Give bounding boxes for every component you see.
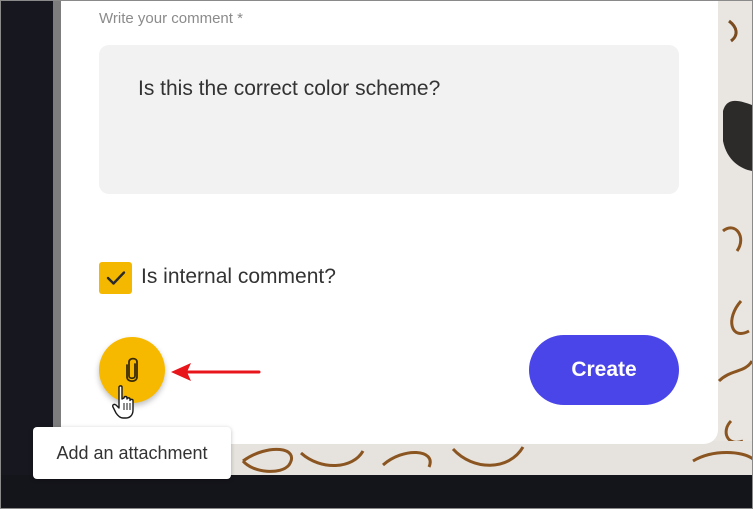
app-backdrop	[1, 1, 53, 475]
internal-comment-label[interactable]: Is internal comment?	[141, 265, 336, 289]
comment-textarea[interactable]: Is this the correct color scheme?	[99, 45, 679, 194]
bottom-bar	[1, 475, 752, 508]
backdrop-edge	[53, 1, 61, 475]
attachment-tooltip: Add an attachment	[33, 427, 231, 479]
hand-cursor-icon	[112, 385, 134, 419]
paperclip-icon	[126, 357, 138, 383]
checkmark-icon	[106, 271, 125, 285]
annotation-arrow-icon	[171, 363, 261, 381]
comment-field-label: Write your comment *	[99, 10, 243, 27]
internal-comment-checkbox[interactable]	[99, 262, 132, 294]
create-button[interactable]: Create	[529, 335, 679, 405]
comment-text: Is this the correct color scheme?	[138, 77, 441, 100]
screenshot-frame: Write your comment * Is this the correct…	[0, 0, 753, 509]
tooltip-text: Add an attachment	[56, 442, 208, 463]
